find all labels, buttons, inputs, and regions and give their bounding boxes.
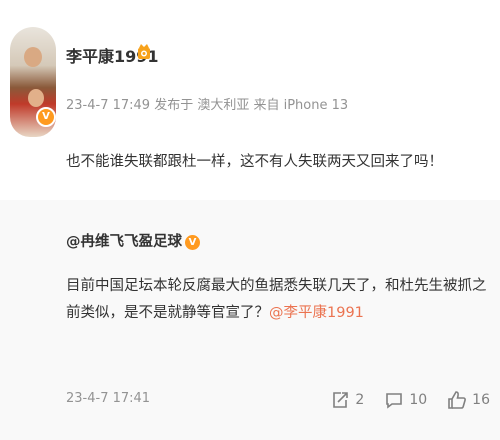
post-meta: 23-4-7 17:49 发布于 澳大利亚 来自 iPhone 13 [66, 98, 349, 113]
like-count: 16 [472, 392, 490, 408]
crown-icon [138, 44, 150, 59]
post-text: 也不能谁失联都跟杜一样，这不有人失联两天又回来了吗！ [66, 154, 443, 170]
repost-time: 23-4-7 17:41 [66, 391, 151, 406]
repost-icon [333, 392, 349, 408]
repost-text: 目前中国足坛本轮反腐最大的鱼据悉失联几天了，和杜先生被抓之前类似，是不是就静等官… [66, 273, 491, 327]
like-button[interactable]: 16 [447, 390, 490, 410]
post-card: V 李平康1991 23-4-7 17:49 发布于 澳大利亚 来自 iPhon… [0, 0, 500, 196]
repost-count: 2 [355, 392, 365, 408]
thumbs-up-icon [448, 391, 467, 409]
repost-author-row: @冉维飞飞盈足球 V [66, 230, 200, 251]
verified-badge-icon: V [36, 107, 56, 127]
comment-count: 10 [409, 392, 428, 408]
action-bar: 2 10 16 [310, 390, 490, 410]
repost-card[interactable]: @冉维飞飞盈足球 V 目前中国足坛本轮反腐最大的鱼据悉失联几天了，和杜先生被抓之前… [0, 200, 500, 440]
verified-badge-icon: V [185, 235, 200, 250]
comment-icon [386, 393, 403, 409]
mention-link[interactable]: @李平康1991 [269, 305, 364, 321]
avatar-face [24, 47, 42, 67]
repost-author[interactable]: @冉维飞飞盈足球 [66, 234, 182, 250]
repost-button[interactable]: 2 [330, 390, 364, 410]
avatar-face [28, 89, 44, 107]
comment-button[interactable]: 10 [384, 390, 427, 410]
